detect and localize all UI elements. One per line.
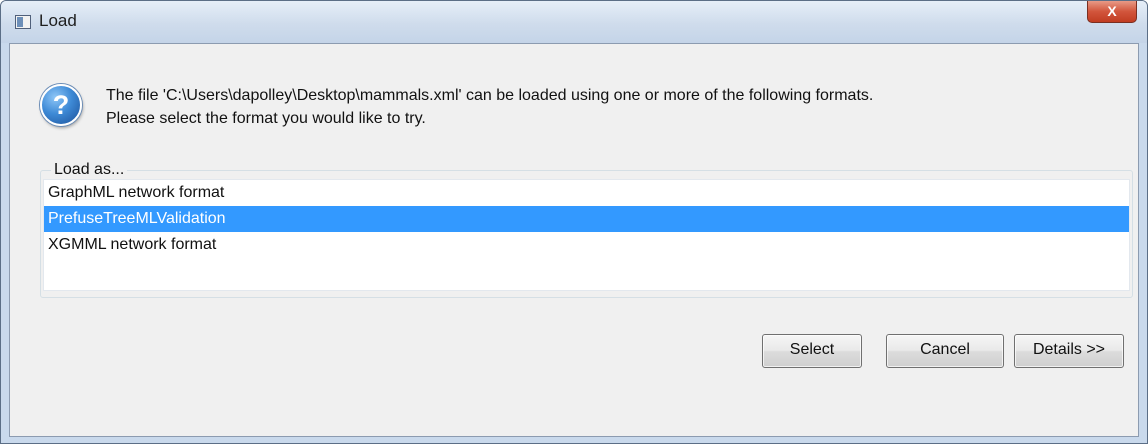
message-line-1: The file 'C:\Users\dapolley\Desktop\mamm… [106,87,874,104]
load-as-group: Load as... GraphML network format Prefus… [40,161,1133,298]
list-item[interactable]: XGMML network format [44,232,1129,258]
window-title: Load [39,11,77,30]
format-list[interactable]: GraphML network format PrefuseTreeMLVali… [43,179,1130,291]
load-as-label: Load as... [51,161,128,179]
load-dialog-window: Load X ? The file 'C:\Users\dapolley\Des… [0,0,1148,444]
select-button[interactable]: Select [762,334,862,368]
cancel-button[interactable]: Cancel [886,334,1004,368]
dialog-message: The file 'C:\Users\dapolley\Desktop\mamm… [106,84,1136,130]
title-bar[interactable]: Load X [1,1,1147,43]
details-button[interactable]: Details >> [1014,334,1124,368]
list-item[interactable]: GraphML network format [44,180,1129,206]
message-line-2: Please select the format you would like … [106,110,426,127]
dialog-body: ? The file 'C:\Users\dapolley\Desktop\ma… [9,43,1139,437]
close-button[interactable]: X [1087,1,1137,23]
application-icon [15,15,31,29]
question-icon: ? [40,84,82,126]
list-item[interactable]: PrefuseTreeMLValidation [44,206,1129,232]
